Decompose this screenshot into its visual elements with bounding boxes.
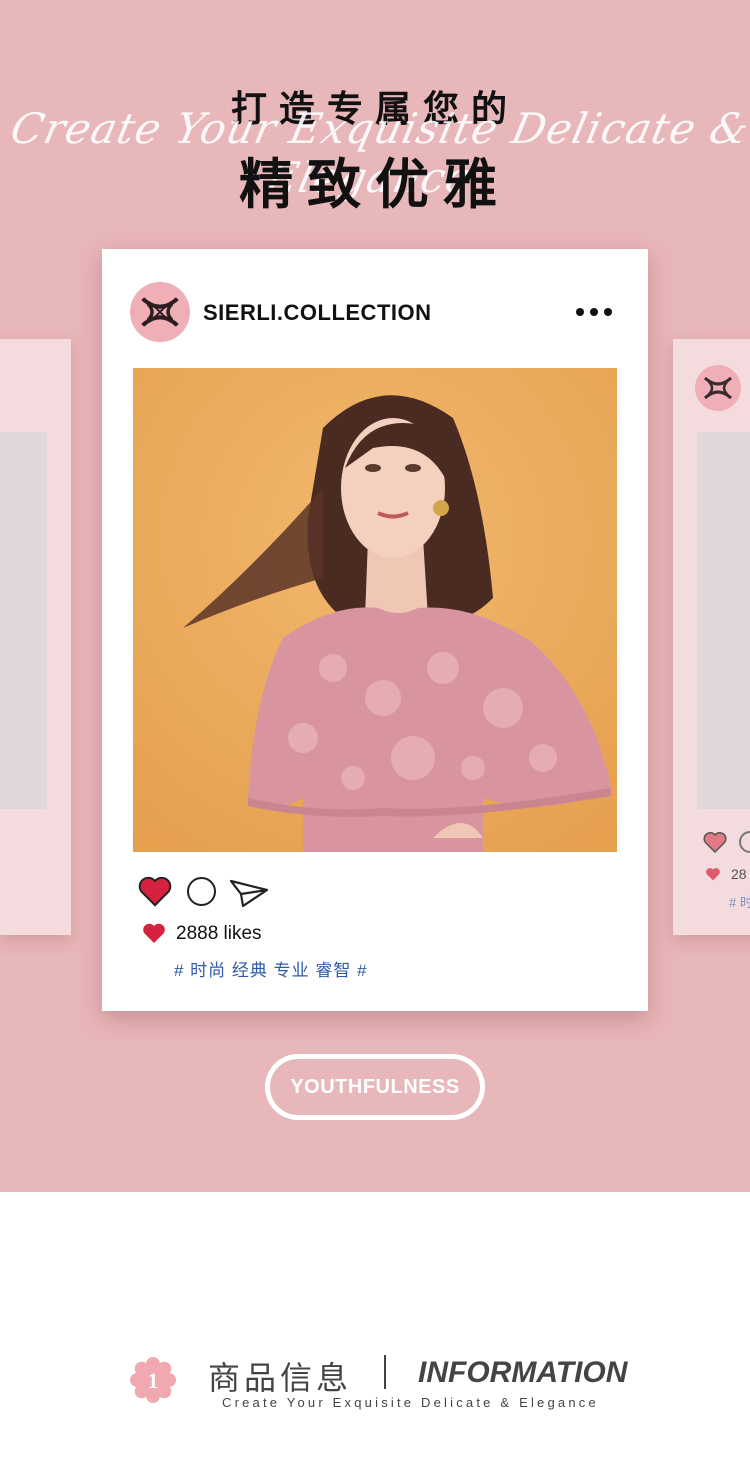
- youthfulness-badge[interactable]: YOUTHFULNESS: [265, 1054, 485, 1120]
- post-photo: [133, 368, 617, 852]
- likes-count[interactable]: 2888 likes: [176, 923, 262, 945]
- headline-main: 精致优雅: [239, 153, 511, 216]
- share-send-icon[interactable]: [229, 878, 269, 908]
- info-title-cn: 商品信息: [208, 1359, 353, 1397]
- heart-icon: [706, 868, 720, 881]
- more-options-icon[interactable]: [576, 308, 616, 318]
- divider: [384, 1355, 386, 1389]
- like-button-heart-icon[interactable]: [138, 875, 172, 907]
- side-card-left[interactable]: [0, 339, 71, 935]
- hero-section: 打造专属您的 Create Your Exquisite Delicate & …: [0, 0, 750, 1192]
- side-card-right[interactable]: 28 # 时: [673, 339, 750, 935]
- brand-logo-icon[interactable]: [130, 282, 190, 342]
- section-number: 1: [148, 1368, 159, 1393]
- flower-number-icon: 1: [130, 1357, 176, 1403]
- comment-button-icon[interactable]: [187, 877, 216, 906]
- badge-label: YOUTHFULNESS: [270, 1059, 480, 1115]
- side-likes-count: 28: [731, 866, 747, 882]
- side-card-logo-icon: [695, 365, 741, 411]
- heart-outline-icon[interactable]: [703, 831, 727, 853]
- post-card: SIERLI.COLLECTION 2888 likes # 时尚 经典 专业 …: [102, 249, 648, 1011]
- info-title-en: INFORMATION: [418, 1356, 628, 1389]
- info-subtitle: Create Your Exquisite Delicate & Eleganc…: [222, 1395, 599, 1410]
- heart-icon: [143, 923, 165, 943]
- side-card-photo: [0, 432, 47, 809]
- post-username[interactable]: SIERLI.COLLECTION: [203, 300, 432, 326]
- comment-icon[interactable]: [739, 831, 750, 853]
- side-tags[interactable]: # 时: [729, 892, 750, 911]
- post-hashtags[interactable]: # 时尚 经典 专业 睿智 #: [174, 956, 368, 981]
- side-card-photo: [697, 432, 750, 809]
